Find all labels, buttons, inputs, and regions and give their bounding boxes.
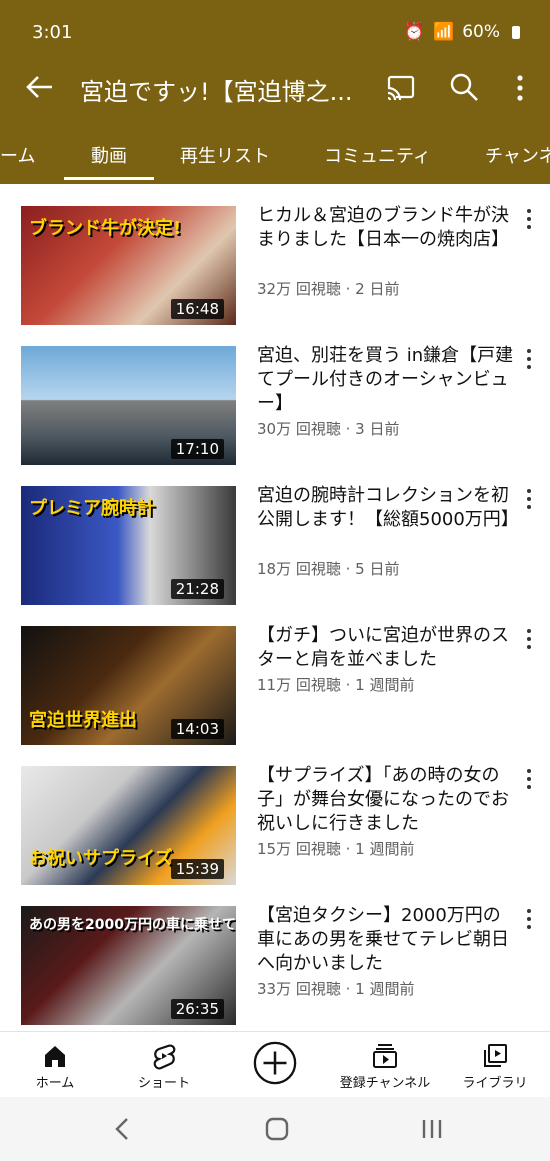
alarm-icon: ⏰: [403, 22, 426, 42]
video-row[interactable]: あの男を2000万円の車に乗せて 26:35 【宮迫タクシー】2000万円の車に…: [0, 884, 550, 1025]
video-list: ブランド牛が決定! 16:48 ヒカル＆宮迫のブランド牛が決まりました【日本一の…: [0, 184, 550, 1031]
video-thumbnail[interactable]: プレミア腕時計 21:28: [21, 486, 236, 605]
more-vert-icon[interactable]: [524, 908, 534, 930]
video-duration: 26:35: [170, 999, 224, 1019]
thumbnail-caption: プレミア腕時計: [29, 498, 155, 519]
tab-playlists[interactable]: 再生リスト: [180, 142, 270, 168]
video-duration: 17:10: [170, 439, 224, 459]
back-arrow-icon[interactable]: [22, 70, 56, 104]
battery-icon: [512, 25, 520, 39]
system-navigation-bar: [0, 1097, 550, 1161]
nav-create[interactable]: [243, 1032, 307, 1098]
video-title[interactable]: 【ガチ】ついに宮迫が世界のスターと肩を並べました: [257, 624, 515, 672]
status-time: 3:01: [32, 22, 73, 43]
tab-videos[interactable]: 動画: [91, 142, 127, 168]
system-home-icon[interactable]: [264, 1117, 290, 1141]
nav-home[interactable]: ホーム: [10, 1032, 100, 1098]
video-thumbnail[interactable]: 17:10: [21, 346, 236, 465]
video-title[interactable]: 【サプライズ】「あの時の女の子」が舞台女優になったのでお祝いしに行きました: [257, 764, 515, 836]
video-title[interactable]: ヒカル＆宮迫のブランド牛が決まりました【日本一の焼肉店】: [257, 204, 515, 252]
search-icon[interactable]: [449, 72, 479, 102]
shorts-icon: [153, 1044, 176, 1070]
more-vert-icon[interactable]: [524, 628, 534, 650]
video-meta: 33万 回視聴 · 1 週間前: [257, 980, 415, 998]
video-duration: 14:03: [170, 719, 224, 739]
nav-label: 登録チャンネル: [339, 1076, 431, 1091]
nav-label: ホーム: [35, 1076, 75, 1091]
more-vert-icon[interactable]: [524, 488, 534, 510]
thumbnail-caption: あの男を2000万円の車に乗せて: [29, 917, 236, 933]
video-thumbnail[interactable]: ブランド牛が決定! 16:48: [21, 206, 236, 325]
video-row[interactable]: ブランド牛が決定! 16:48 ヒカル＆宮迫のブランド牛が決まりました【日本一の…: [0, 184, 550, 325]
battery-percent: 60%: [462, 22, 500, 42]
more-vert-icon[interactable]: [524, 348, 534, 370]
video-duration: 21:28: [170, 579, 224, 599]
nav-label: ショート: [137, 1076, 190, 1091]
video-meta: 32万 回視聴 · 2 日前: [257, 280, 400, 298]
video-title[interactable]: 宮迫、別荘を買う in鎌倉【戸建てプール付きのオーシャンビュー】: [257, 344, 515, 416]
nav-subscriptions[interactable]: 登録チャンネル: [335, 1032, 435, 1098]
status-bar: 3:01 ⏰ 📶 60%: [0, 0, 550, 56]
nav-library[interactable]: ライブラリ: [452, 1032, 538, 1098]
video-meta: 11万 回視聴 · 1 週間前: [257, 676, 415, 694]
video-thumbnail[interactable]: 宮迫世界進出 14:03: [21, 626, 236, 745]
nav-shorts[interactable]: ショート: [118, 1032, 210, 1098]
app-bar: 宮迫ですッ!【宮迫博之...: [0, 56, 550, 124]
video-duration: 15:39: [170, 859, 224, 879]
video-row[interactable]: お祝いサプライズ 15:39 【サプライズ】「あの時の女の子」が舞台女優になった…: [0, 744, 550, 885]
active-tab-indicator: [64, 177, 154, 180]
channel-tabs: ーム 動画 再生リスト コミュニティ チャンネ: [0, 124, 550, 184]
tab-channels[interactable]: チャンネ: [485, 142, 550, 168]
video-row[interactable]: 宮迫世界進出 14:03 【ガチ】ついに宮迫が世界のスターと肩を並べました 11…: [0, 604, 550, 745]
video-meta: 15万 回視聴 · 1 週間前: [257, 840, 415, 858]
thumbnail-caption: お祝いサプライズ: [29, 848, 173, 869]
tab-community[interactable]: コミュニティ: [324, 142, 431, 168]
video-meta: 18万 回視聴 · 5 日前: [257, 560, 400, 578]
bottom-navigation: ホーム ショート 登録チャンネル ライブラリ: [0, 1031, 550, 1098]
video-title[interactable]: 【宮迫タクシー】2000万円の車にあの男を乗せてテレビ朝日へ向かいました: [257, 904, 515, 976]
video-title[interactable]: 宮迫の腕時計コレクションを初公開します！【総額5000万円】: [257, 484, 519, 532]
cast-icon[interactable]: [386, 74, 416, 102]
more-vert-icon[interactable]: [524, 208, 534, 230]
system-recents-icon[interactable]: [420, 1117, 444, 1141]
video-meta: 30万 回視聴 · 3 日前: [257, 420, 400, 438]
system-back-icon[interactable]: [113, 1117, 133, 1141]
subscriptions-icon: [373, 1044, 397, 1068]
video-row[interactable]: プレミア腕時計 21:28 宮迫の腕時計コレクションを初公開します！【総額500…: [0, 464, 550, 605]
home-icon: [45, 1046, 65, 1067]
video-thumbnail[interactable]: お祝いサプライズ 15:39: [21, 766, 236, 885]
create-icon: [253, 1041, 297, 1085]
nav-label: ライブラリ: [462, 1076, 528, 1091]
video-thumbnail[interactable]: あの男を2000万円の車に乗せて 26:35: [21, 906, 236, 1025]
wifi-icon: 📶: [433, 22, 455, 42]
video-duration: 16:48: [170, 299, 224, 319]
channel-title: 宮迫ですッ!【宮迫博之...: [80, 78, 353, 106]
thumbnail-caption: ブランド牛が決定!: [29, 218, 182, 239]
more-vert-icon[interactable]: [524, 768, 534, 790]
video-row[interactable]: 17:10 宮迫、別荘を買う in鎌倉【戸建てプール付きのオーシャンビュー】 3…: [0, 324, 550, 465]
more-vert-icon[interactable]: [510, 72, 530, 104]
tab-home[interactable]: ーム: [0, 142, 35, 168]
thumbnail-caption: 宮迫世界進出: [29, 710, 137, 731]
library-icon: [484, 1044, 507, 1067]
status-icons: ⏰ 📶 60%: [404, 22, 520, 42]
